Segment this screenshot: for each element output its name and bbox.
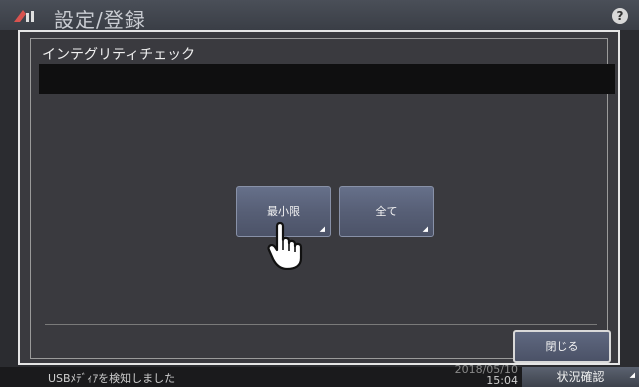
dialog-title: インテグリティチェック <box>42 47 196 63</box>
app-header: 設定/登録 ? <box>0 0 639 32</box>
corner-arrow-icon: ◢ <box>629 371 635 379</box>
all-button[interactable]: 全て ◢ <box>339 186 434 237</box>
app-title: 設定/登録 <box>54 8 146 32</box>
pointing-hand-icon <box>267 221 303 270</box>
dialog-panel: インテグリティチェック 最小限 ◢ 全て ◢ 閉じる <box>30 38 615 363</box>
close-button-label: 閉じる <box>545 340 579 353</box>
minimum-button-label: 最小限 <box>267 205 300 218</box>
status-message: USBﾒﾃﾞｨｱを検知しました <box>48 372 176 385</box>
close-button[interactable]: 閉じる <box>513 330 611 363</box>
corner-arrow-icon: ◢ <box>319 225 325 233</box>
status-check-label: 状況確認 <box>556 370 605 384</box>
status-time: 15:04 <box>486 374 518 387</box>
all-button-label: 全て <box>375 205 398 218</box>
dialog-divider <box>45 324 597 325</box>
settings-logo-icon <box>14 10 34 22</box>
status-datetime: 2018/05/10 15:04 <box>440 364 518 386</box>
integrity-check-dialog: インテグリティチェック 最小限 ◢ 全て ◢ 閉じる <box>18 30 620 365</box>
help-icon[interactable]: ? <box>612 8 628 24</box>
dialog-info-band <box>39 64 615 94</box>
status-check-button[interactable]: 状況確認 ◢ <box>522 367 639 387</box>
corner-arrow-icon: ◢ <box>422 225 428 233</box>
